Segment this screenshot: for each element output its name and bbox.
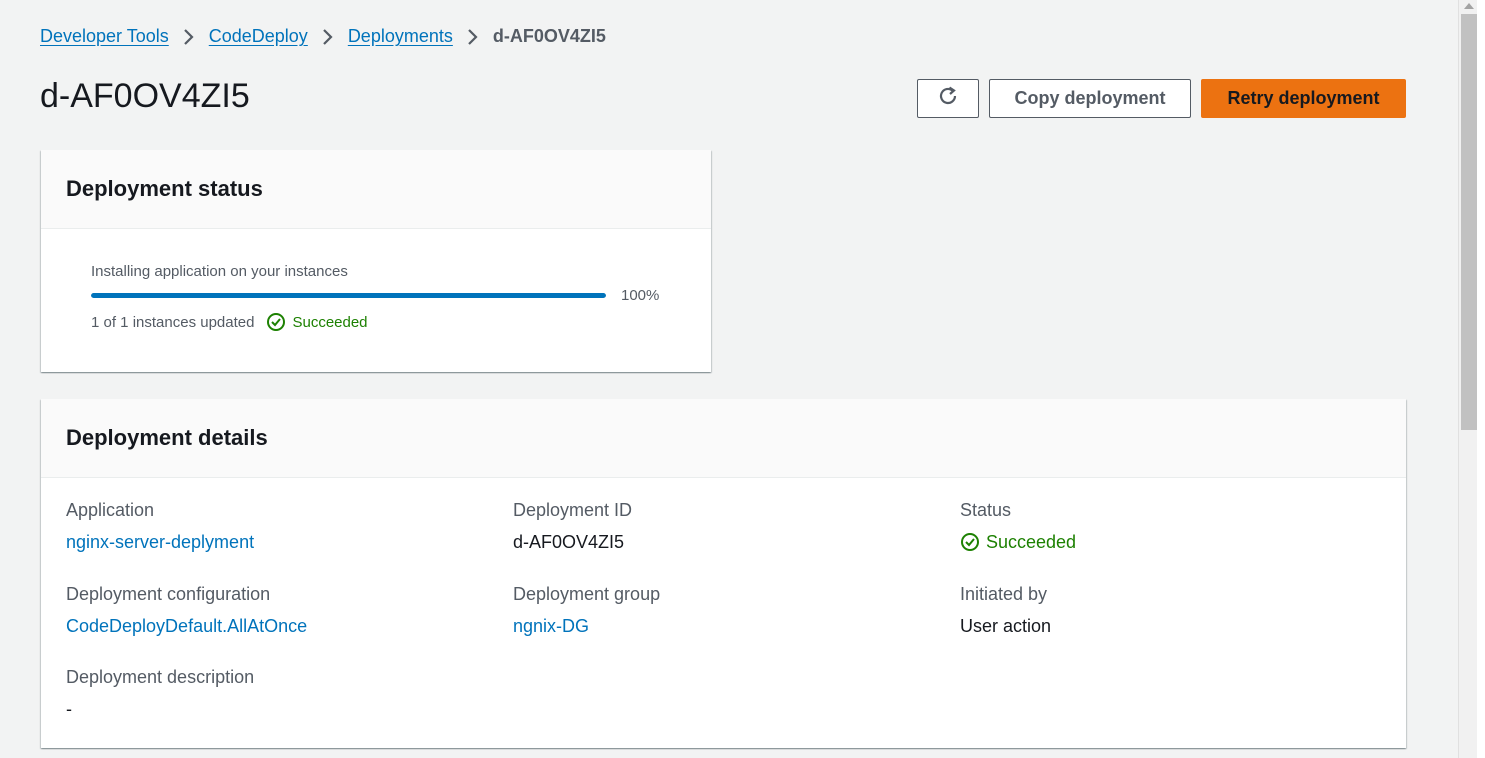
field-deployment-id: Deployment ID d-AF0OV4ZI5 <box>513 499 933 553</box>
refresh-icon <box>937 85 959 112</box>
status-badge: Succeeded <box>266 312 368 332</box>
breadcrumb-current: d-AF0OV4ZI5 <box>492 26 606 46</box>
retry-deployment-button[interactable]: Retry deployment <box>1201 79 1406 118</box>
header-actions: Copy deployment Retry deployment <box>917 79 1406 118</box>
progress-summary: 1 of 1 instances updated Succeeded <box>91 312 368 332</box>
description-label: Deployment description <box>66 667 255 687</box>
page: Developer Tools CodeDeploy Deployments d… <box>0 0 1485 758</box>
instances-updated-text: 1 of 1 instances updated <box>91 313 255 331</box>
breadcrumb-deployments[interactable]: Deployments <box>348 24 453 48</box>
field-deployment-configuration: Deployment configuration CodeDeployDefau… <box>66 583 486 637</box>
deployment-status-header: Deployment status <box>41 150 711 229</box>
breadcrumb-developer-tools[interactable]: Developer Tools <box>40 24 169 48</box>
status-label: Status <box>960 500 1012 520</box>
deployment-id-value: d-AF0OV4ZI5 <box>513 532 625 552</box>
application-label: Application <box>66 500 155 520</box>
deployment-details-card: Deployment details Application nginx-ser… <box>41 399 1406 748</box>
breadcrumb: Developer Tools CodeDeploy Deployments d… <box>40 24 606 48</box>
vertical-scrollbar[interactable] <box>1458 0 1477 758</box>
chevron-right-icon <box>308 24 348 48</box>
group-link[interactable]: ngnix-DG <box>513 615 933 637</box>
initiated-value: User action <box>960 616 1052 636</box>
progress-label: Installing application on your instances <box>91 263 348 280</box>
progress-percent: 100% <box>621 287 660 304</box>
refresh-button[interactable] <box>917 79 979 118</box>
field-status: Status Succeeded <box>960 499 1380 553</box>
config-link[interactable]: CodeDeployDefault.AllAtOnce <box>66 615 486 637</box>
deployment-status-card: Deployment status Installing application… <box>41 150 711 372</box>
application-link[interactable]: nginx-server-deplyment <box>66 531 486 553</box>
group-label: Deployment group <box>513 584 661 604</box>
status-value: Succeeded <box>960 531 1380 553</box>
field-deployment-group: Deployment group ngnix-DG <box>513 583 933 637</box>
progress-bar-fill <box>91 293 606 298</box>
scroll-up-arrow-icon[interactable] <box>1464 3 1474 9</box>
field-application: Application nginx-server-deplyment <box>66 499 486 553</box>
page-title: d-AF0OV4ZI5 <box>40 77 250 115</box>
initiated-label: Initiated by <box>960 584 1048 604</box>
deployment-id-label: Deployment ID <box>513 500 633 520</box>
chevron-right-icon <box>169 24 209 48</box>
description-value: - <box>66 699 72 719</box>
deployment-status-title: Deployment status <box>66 176 263 201</box>
progress-bar <box>91 293 606 298</box>
breadcrumb-codedeploy[interactable]: CodeDeploy <box>209 24 308 48</box>
status-value-text: Succeeded <box>986 532 1077 552</box>
deployment-details-title: Deployment details <box>66 425 268 450</box>
status-text: Succeeded <box>292 313 368 331</box>
copy-deployment-button[interactable]: Copy deployment <box>989 79 1191 118</box>
scrollbar-thumb[interactable] <box>1461 14 1477 430</box>
deployment-details-header: Deployment details <box>41 399 1406 478</box>
field-deployment-description: Deployment description - <box>66 666 486 720</box>
field-initiated-by: Initiated by User action <box>960 583 1380 637</box>
check-circle-icon <box>267 313 286 331</box>
check-circle-icon <box>961 533 979 551</box>
chevron-right-icon <box>453 24 493 48</box>
config-label: Deployment configuration <box>66 584 271 604</box>
window-edge <box>1477 0 1485 758</box>
